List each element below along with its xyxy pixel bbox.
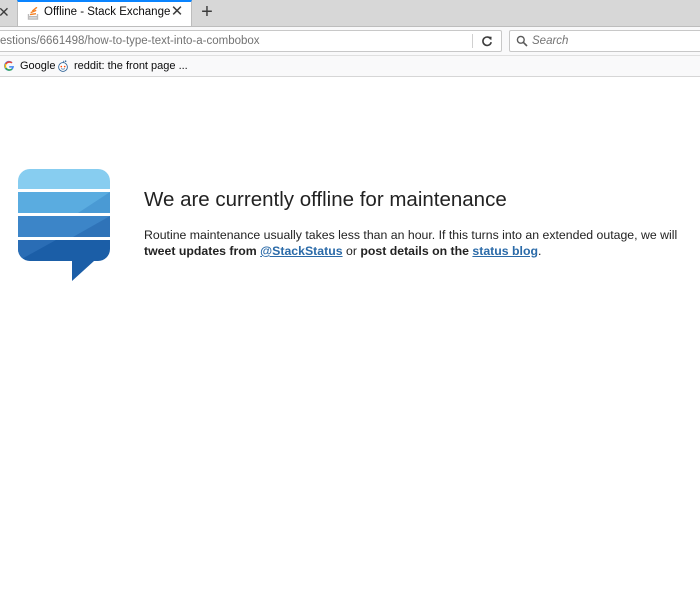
message-bold-text: tweet updates from <box>144 244 257 258</box>
page-title: We are currently offline for maintenance <box>144 188 507 211</box>
bookmark-label: reddit: the front page ... <box>74 60 188 72</box>
message-text: Routine maintenance usually takes less t… <box>144 228 678 242</box>
bookmarks-bar: Google reddit: the front page ... <box>0 56 700 77</box>
message-text: or <box>342 244 361 258</box>
page-content: We are currently offline for maintenance… <box>0 77 700 598</box>
address-bar[interactable]: estions/6661498/how-to-type-text-into-a-… <box>0 30 502 52</box>
search-icon <box>516 35 528 47</box>
google-icon <box>4 60 14 71</box>
navigation-bar: estions/6661498/how-to-type-text-into-a-… <box>0 27 700 56</box>
stackstatus-link[interactable]: @StackStatus <box>260 244 342 258</box>
reload-icon[interactable] <box>479 32 495 50</box>
logo-band-1 <box>18 169 110 189</box>
search-bar[interactable]: Search <box>509 30 700 52</box>
bookmark-label: Google <box>20 60 56 72</box>
stack-exchange-logo-icon <box>18 169 110 281</box>
address-bar-divider <box>472 34 473 48</box>
search-placeholder: Search <box>532 35 569 47</box>
bookmark-reddit[interactable]: reddit: the front page ... <box>57 59 188 73</box>
status-blog-link[interactable]: status blog <box>472 244 538 258</box>
tab-close-icon[interactable]: ✕ <box>170 4 184 19</box>
tab-title: Offline - Stack Exchange <box>44 6 171 18</box>
previous-tab-close-icon[interactable]: ✕ <box>0 5 12 19</box>
new-tab-button[interactable]: + <box>197 2 217 22</box>
maintenance-message: Routine maintenance usually takes less t… <box>144 227 694 259</box>
reddit-icon <box>58 60 68 72</box>
address-text[interactable]: estions/6661498/how-to-type-text-into-a-… <box>0 35 260 47</box>
tab-strip: ✕ Offline - Stack Exchange ✕ + <box>0 0 700 27</box>
stack-exchange-favicon-icon <box>27 7 39 20</box>
bookmark-google[interactable]: Google <box>3 59 55 73</box>
message-bold-text: post details on the <box>360 244 469 258</box>
tab-offline-stack-exchange[interactable]: Offline - Stack Exchange ✕ <box>17 0 192 26</box>
message-text: . <box>538 244 542 258</box>
